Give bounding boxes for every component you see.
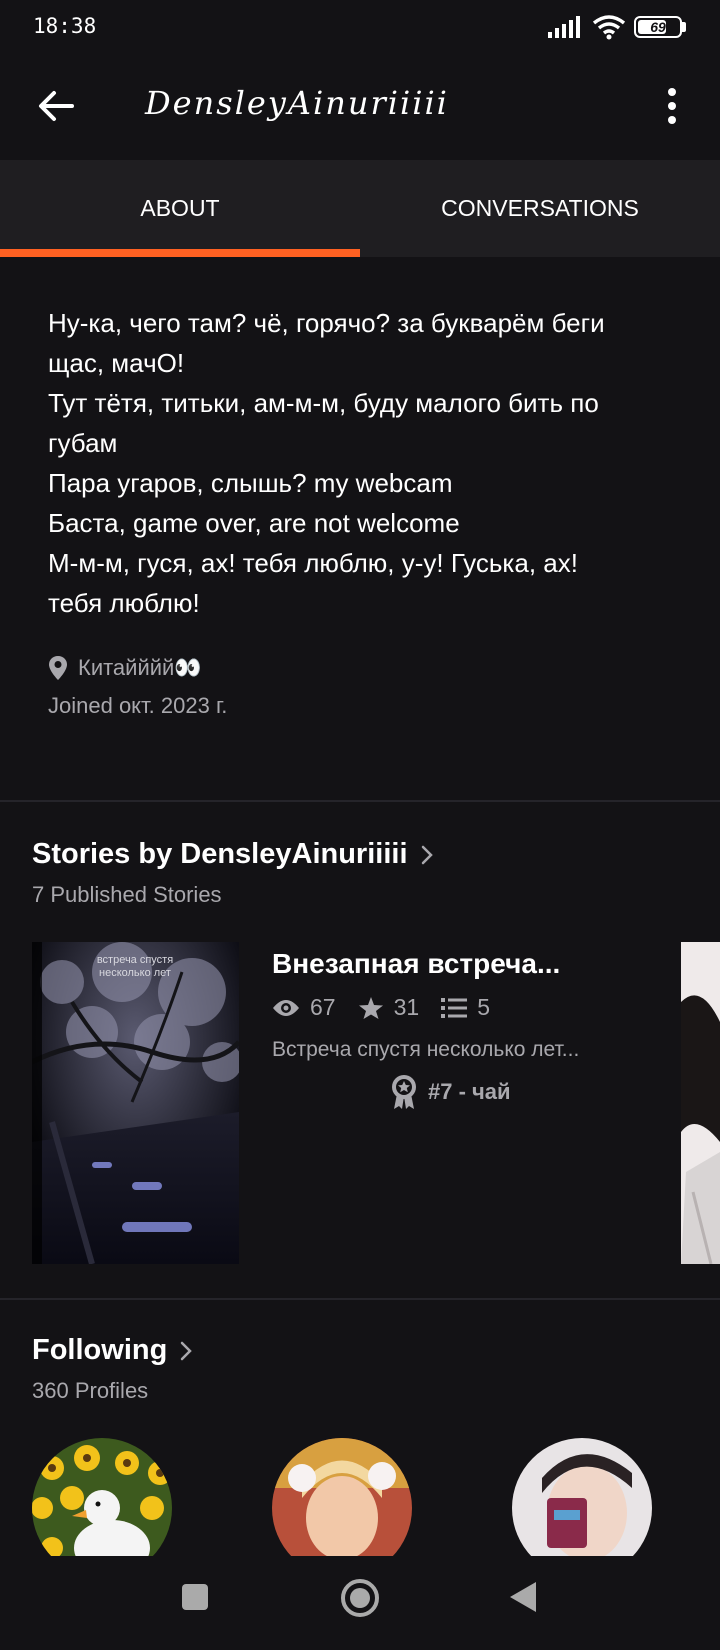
stories-title[interactable]: Stories by DensleyAinuriiiii <box>32 838 434 871</box>
status-bar: 18:38 69 <box>0 0 720 56</box>
battery-level: 69 <box>650 19 666 35</box>
app-bar: DensleyAinuriiiii <box>0 56 720 160</box>
votes-count: 31 <box>393 994 420 1020</box>
views-stat: 67 <box>272 994 336 1021</box>
stories-count: 7 Published Stories <box>32 882 222 907</box>
rank-text: #7 - чай <box>428 1079 511 1104</box>
tab-about[interactable]: ABOUT <box>0 160 360 257</box>
system-nav-bar <box>0 1556 720 1650</box>
following-title[interactable]: Following <box>32 1334 193 1367</box>
views-count: 67 <box>310 994 336 1020</box>
story-stats: 67 31 5 <box>272 994 512 1021</box>
divider <box>0 1298 720 1300</box>
status-time: 18:38 <box>33 14 97 38</box>
stories-title-text: Stories by DensleyAinuriiiii <box>32 838 408 870</box>
home-button[interactable] <box>340 1578 380 1618</box>
bio-line: Тут тётя, титьки, ам-м-м, буду малого би… <box>48 388 599 418</box>
story-description: Встреча спустя несколько лет... <box>272 1038 580 1061</box>
chevron-right-icon <box>181 1341 193 1360</box>
recents-button[interactable] <box>180 1582 210 1612</box>
story-cover-text: встреча спустя несколько лет <box>96 954 174 979</box>
signal-icon <box>548 16 580 38</box>
divider <box>0 800 720 802</box>
bio-line: Пара угаров, слышь? my webcam <box>48 468 453 498</box>
parts-stat: 5 <box>441 994 490 1021</box>
parts-count: 5 <box>477 994 490 1020</box>
next-story-cover-image <box>681 942 720 1264</box>
story-title[interactable]: Внезапная встреча... <box>272 948 560 980</box>
joined-date: Joined окт. 2023 г. <box>48 693 228 718</box>
next-story-cover[interactable] <box>681 942 720 1264</box>
story-rank[interactable]: #7 - чай <box>390 1074 511 1110</box>
story-cover-image <box>32 942 239 1264</box>
page-title: DensleyAinuriiiii <box>145 84 449 122</box>
bio-line: губам <box>48 428 118 458</box>
list-icon <box>441 997 468 1018</box>
about-section: Ну-ка, чего там? чё, горячо? за букварём… <box>0 257 720 801</box>
story-cover[interactable]: встреча спустя несколько лет <box>32 942 239 1264</box>
bio-text: Ну-ка, чего там? чё, горячо? за букварём… <box>48 303 688 623</box>
bio-line: тебя люблю! <box>48 588 200 618</box>
tab-conversations[interactable]: CONVERSATIONS <box>360 160 720 257</box>
eye-icon <box>273 999 299 1016</box>
following-title-text: Following <box>32 1334 168 1366</box>
location-pin-icon <box>49 656 67 680</box>
battery-icon: 69 <box>634 16 682 38</box>
profile-tabs: ABOUT CONVERSATIONS <box>0 160 720 257</box>
back-arrow-icon[interactable] <box>36 86 76 126</box>
location-text: Китайййй👀 <box>78 655 202 680</box>
bio-line: Баста, game over, are not welcome <box>48 508 460 538</box>
back-nav-button[interactable] <box>508 1580 538 1614</box>
bio-line: М-м-м, гуся, ах! тебя люблю, у-у! Гуська… <box>48 548 578 578</box>
rank-badge-icon <box>392 1075 416 1109</box>
chevron-right-icon <box>421 845 433 864</box>
location: Китайййй👀 <box>48 655 202 681</box>
battery-tip <box>682 22 686 32</box>
more-vert-icon[interactable] <box>660 86 684 126</box>
tab-indicator <box>0 249 360 257</box>
votes-stat: 31 <box>358 994 420 1021</box>
bio-line: Ну-ка, чего там? чё, горячо? за букварём… <box>48 308 605 338</box>
following-count: 360 Profiles <box>32 1378 149 1403</box>
star-icon <box>358 996 383 1019</box>
bio-line: щас, мачО! <box>48 348 185 378</box>
wifi-icon <box>592 15 626 40</box>
